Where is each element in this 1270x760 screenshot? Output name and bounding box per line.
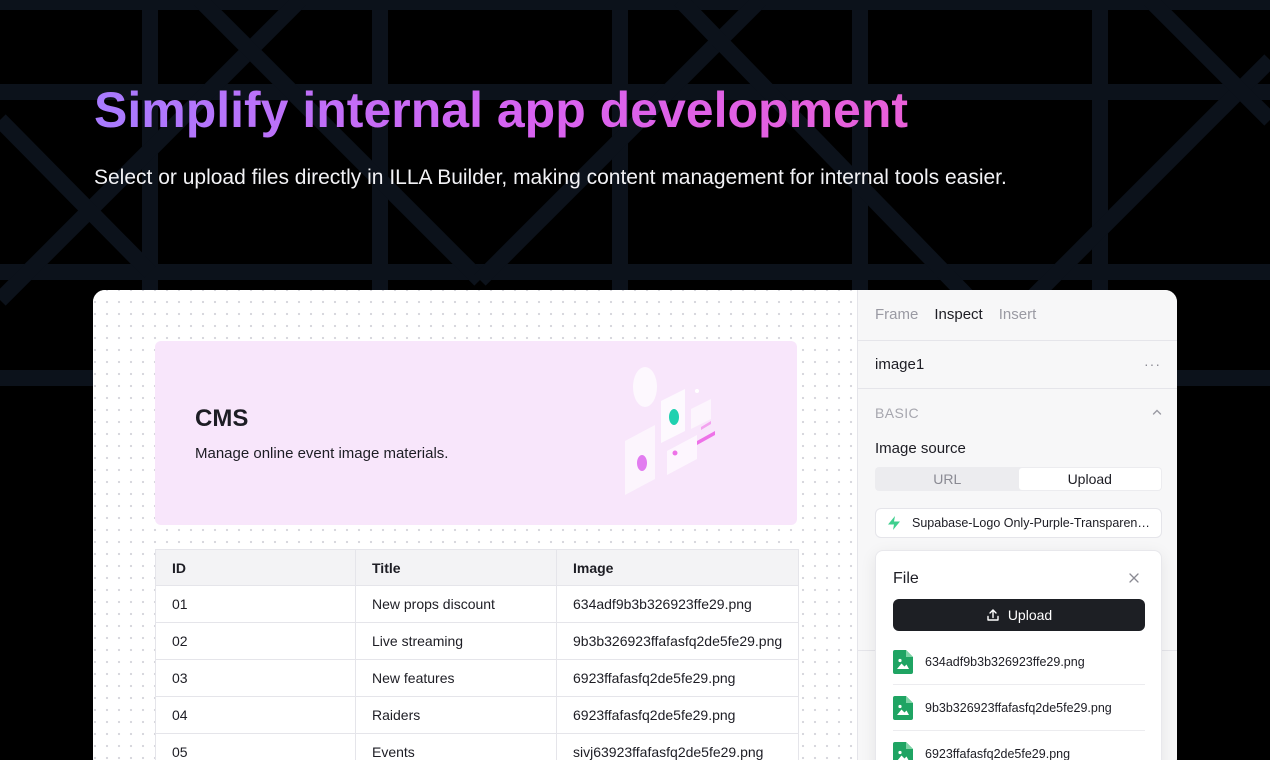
table-cell: 04 [155, 696, 356, 734]
app-builder-panel: CMS Manage online event image materials. [93, 290, 1177, 760]
component-name[interactable]: image1 [875, 356, 924, 373]
image-source-toggle: URL Upload [875, 467, 1162, 491]
cms-data-table[interactable]: ID Title Image 01 New props discount 634… [155, 549, 799, 760]
image-source-label: Image source [875, 440, 966, 457]
segment-upload[interactable]: Upload [1018, 468, 1161, 490]
file-picker-popover: File Upload 634adf9b3b326923ffe29.png 9b… [875, 550, 1162, 760]
table-cell: sivj63923ffafasfq2de5fe29.png [556, 733, 799, 760]
hero-title: Simplify internal app development [94, 82, 909, 138]
image-file-icon [893, 649, 913, 674]
table-cell: New props discount [355, 585, 557, 623]
tab-inspect[interactable]: Inspect [934, 306, 982, 323]
table-row[interactable]: 02 Live streaming 9b3b326923ffafasfq2de5… [155, 622, 799, 660]
table-row[interactable]: 05 Events sivj63923ffafasfq2de5fe29.png [155, 733, 799, 760]
table-row[interactable]: 03 New features 6923ffafasfq2de5fe29.png [155, 659, 799, 697]
file-item-name: 634adf9b3b326923ffe29.png [925, 654, 1085, 669]
upload-button[interactable]: Upload [893, 599, 1145, 631]
hero-subtitle: Select or upload files directly in ILLA … [94, 166, 1007, 189]
table-cell: 03 [155, 659, 356, 697]
upload-icon [987, 609, 999, 621]
list-item[interactable]: 6923ffafasfq2de5fe29.png [893, 731, 1145, 760]
tab-frame[interactable]: Frame [875, 306, 918, 323]
table-cell: Raiders [355, 696, 557, 734]
cms-banner[interactable]: CMS Manage online event image materials. [155, 341, 797, 525]
upload-button-label: Upload [1007, 607, 1053, 623]
table-cell: 9b3b326923ffafasfq2de5fe29.png [556, 622, 799, 660]
selected-file-name: Supabase-Logo Only-Purple-Transparent.pn… [912, 516, 1152, 530]
table-cell: 6923ffafasfq2de5fe29.png [556, 696, 799, 734]
table-row[interactable]: 04 Raiders 6923ffafasfq2de5fe29.png [155, 696, 799, 734]
file-item-name: 9b3b326923ffafasfq2de5fe29.png [925, 700, 1112, 715]
inspector-panel: Frame Inspect Insert image1 ··· BASIC Im… [857, 290, 1177, 760]
image-file-icon [893, 695, 913, 720]
file-list: 634adf9b3b326923ffe29.png 9b3b326923ffaf… [893, 639, 1145, 760]
table-cell: Events [355, 733, 557, 760]
table-cell: 6923ffafasfq2de5fe29.png [556, 659, 799, 697]
table-header-cell[interactable]: Title [355, 549, 557, 586]
banner-description: Manage online event image materials. [195, 445, 449, 462]
builder-canvas[interactable]: CMS Manage online event image materials. [93, 290, 857, 760]
divider [858, 340, 1177, 341]
table-cell: 05 [155, 733, 356, 760]
table-cell: Live streaming [355, 622, 557, 660]
table-header-cell[interactable]: Image [556, 549, 799, 586]
list-item[interactable]: 9b3b326923ffafasfq2de5fe29.png [893, 685, 1145, 731]
segment-url[interactable]: URL [876, 468, 1019, 490]
list-item[interactable]: 634adf9b3b326923ffe29.png [893, 639, 1145, 685]
close-icon[interactable] [1129, 573, 1139, 583]
table-header-row: ID Title Image [155, 549, 799, 586]
table-cell: 01 [155, 585, 356, 623]
image-file-icon [893, 742, 913, 760]
banner-title: CMS [195, 405, 249, 432]
popover-title: File [893, 570, 919, 587]
table-cell: New features [355, 659, 557, 697]
divider [858, 388, 1177, 389]
file-item-name: 6923ffafasfq2de5fe29.png [925, 747, 1071, 760]
table-header-cell[interactable]: ID [155, 549, 356, 586]
table-cell: 02 [155, 622, 356, 660]
supabase-bolt-icon [888, 516, 900, 530]
more-options-icon[interactable]: ··· [1144, 356, 1161, 372]
section-label-basic[interactable]: BASIC [875, 405, 919, 421]
table-cell: 634adf9b3b326923ffe29.png [556, 585, 799, 623]
isometric-illustration-icon [625, 367, 715, 495]
chevron-up-icon[interactable] [1151, 406, 1163, 418]
inspector-tabs: Frame Inspect Insert [875, 306, 1036, 323]
tab-insert[interactable]: Insert [999, 306, 1037, 323]
table-row[interactable]: 01 New props discount 634adf9b3b326923ff… [155, 585, 799, 623]
selected-file-field[interactable]: Supabase-Logo Only-Purple-Transparent.pn… [875, 508, 1162, 538]
